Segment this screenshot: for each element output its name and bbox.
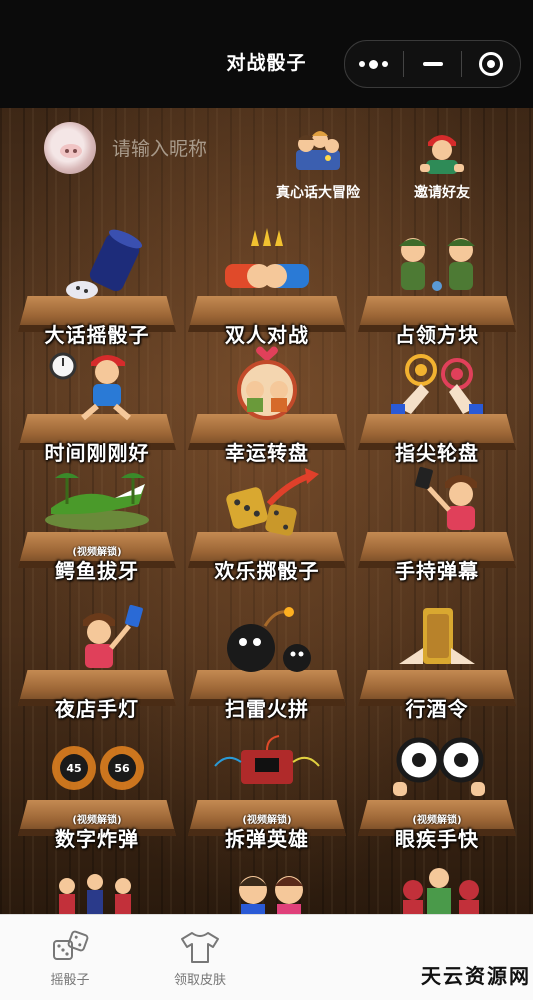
tab-label: 领取皮肤 [173,973,226,988]
game-tile-fingertip-wheel[interactable]: 指尖轮盘 [352,346,522,466]
drinking-icon [352,602,522,682]
golden-dice-icon [182,464,352,544]
tab-get-skins[interactable]: 领取皮肤 [140,915,260,1000]
more-button[interactable] [345,41,403,87]
watermark-text: 天云资源网 [421,964,531,988]
game-label: 指尖轮盘 [395,441,479,465]
mini-program-capsule [344,40,521,88]
game-tile-occupy-squares[interactable]: 占领方块 [352,228,522,348]
close-mini-program-button[interactable] [462,41,520,87]
title-bar: 对战骰子 [0,0,533,108]
dice-cup-icon [12,228,182,308]
soldiers-icon [352,228,522,308]
truth-or-dare-button[interactable]: 真心话大冒险 [276,128,360,202]
close-target-icon [479,52,504,76]
avatar[interactable] [44,122,96,174]
more-dots-icon [359,59,389,69]
game-label: 幸运转盘 [225,441,309,465]
crocodile-icon [12,464,182,544]
game-label: 扫雷火拼 [225,697,309,721]
defuse-bomb-icon [182,732,352,812]
tab-shake-dice[interactable]: 摇骰子 [10,915,130,1000]
game-tile-club-light[interactable]: 夜店手灯 [12,602,182,722]
bomb-icon [182,602,352,682]
game-tile-timing[interactable]: 时间刚刚好 [12,346,182,466]
game-label: 夜店手灯 [55,697,139,721]
game-tile-handheld-marquee[interactable]: 手持弹幕 [352,464,522,584]
fingertip-icon [352,346,522,426]
eyes-icon [352,732,522,812]
game-label: 眼疾手快 [395,827,479,851]
game-tile-defuse-hero[interactable]: (视频解锁) 拆弹英雄 [182,732,352,852]
game-tile-crocodile-teeth[interactable]: (视频解锁) 鳄鱼拔牙 [12,464,182,584]
game-label: 双人对战 [225,323,309,347]
nickname-input[interactable] [110,132,274,166]
game-label: 手持弹幕 [395,559,479,583]
bomb-number-1: 45 [66,762,81,775]
pig-avatar-icon [60,144,82,158]
truth-or-dare-label: 真心话大冒险 [276,185,360,201]
invite-friends-icon [412,128,472,178]
game-label: 行酒令 [405,697,469,721]
invite-friends-button[interactable]: 邀请好友 [412,128,472,202]
game-label: 占领方块 [395,323,479,347]
game-tile-dice-bluff[interactable]: 大话摇骰子 [12,228,182,348]
game-tile-throw-dice[interactable]: 欢乐掷骰子 [182,464,352,584]
handheld-marquee-icon [352,464,522,544]
game-label: 拆弹英雄 [225,827,309,851]
fist-bump-icon [182,228,352,308]
truth-or-dare-icon [288,128,348,178]
lucky-wheel-icon [182,346,352,426]
invite-friends-label: 邀请好友 [414,185,470,201]
club-light-icon [12,602,182,682]
number-bomb-icon: 45 56 [12,732,182,812]
game-label: 鳄鱼拔牙 [55,559,139,583]
tab-label: 摇骰子 [50,973,90,988]
game-label: 数字炸弹 [55,827,139,851]
bomb-number-2: 56 [114,762,130,775]
game-tile-minesweeper[interactable]: 扫雷火拼 [182,602,352,722]
game-tile-quick-eyes[interactable]: (视频解锁) 眼疾手快 [352,732,522,852]
minimize-icon [422,62,443,66]
tshirt-icon [180,929,220,965]
dice-icon [50,929,90,965]
game-label: 大话摇骰子 [44,323,150,347]
game-tile-number-bomb[interactable]: 45 56 (视频解锁) 数字炸弹 [12,732,182,852]
game-tile-drinking-game[interactable]: 行酒令 [352,602,522,722]
minimize-button[interactable] [404,41,462,87]
game-label: 时间刚刚好 [44,441,150,465]
game-tile-lucky-wheel[interactable]: 幸运转盘 [182,346,352,466]
game-tile-pvp[interactable]: 双人对战 [182,228,352,348]
alarm-clock-icon [12,346,182,426]
game-label: 欢乐掷骰子 [214,559,320,583]
